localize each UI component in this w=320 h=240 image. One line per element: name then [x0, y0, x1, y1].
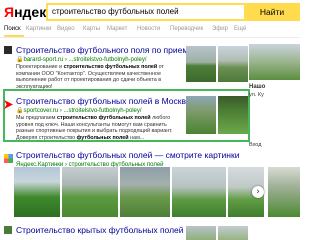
- tab-translator[interactable]: Переводчик: [170, 24, 203, 35]
- side-card-login[interactable]: Вход: [249, 142, 261, 148]
- image-thumbnail[interactable]: [120, 167, 170, 217]
- result-favicon-icon: [4, 226, 12, 234]
- tab-efir[interactable]: Эфир: [212, 24, 228, 35]
- result-thumbnail[interactable]: [218, 226, 248, 240]
- result-thumbnail[interactable]: [218, 96, 248, 134]
- side-card-title[interactable]: Нашо: [249, 84, 265, 90]
- result-path[interactable]: › ...stroitelstvo-futbolnyh-poley/: [65, 57, 147, 63]
- result-favicon-icon: [4, 46, 12, 54]
- result-thumbnail[interactable]: [186, 226, 216, 240]
- result-path[interactable]: › ...stroitelstvo-futbolnyh-poley/: [60, 108, 142, 114]
- next-images-button[interactable]: ›: [252, 186, 264, 198]
- tab-more[interactable]: Ещё: [234, 24, 246, 35]
- result-title-link[interactable]: Строительство футбольных полей — смотрит…: [16, 149, 244, 161]
- tab-news[interactable]: Новости: [137, 24, 160, 35]
- side-card-image[interactable]: [249, 44, 300, 80]
- image-thumbnail[interactable]: [268, 167, 300, 217]
- tab-images[interactable]: Картинки: [26, 24, 51, 35]
- image-thumbnail[interactable]: [62, 167, 118, 217]
- image-strip: [14, 167, 264, 217]
- tab-maps[interactable]: Карты: [83, 24, 100, 35]
- search-input[interactable]: строительство футбольных полей: [52, 5, 242, 19]
- result-domain[interactable]: sportcover.ru: [23, 108, 58, 114]
- result-snippet: Мы предлагаем строительство футбольных п…: [16, 115, 173, 141]
- images-icon: [4, 150, 13, 163]
- tab-market[interactable]: Маркет: [107, 24, 127, 35]
- result-thumbnail[interactable]: [186, 96, 216, 134]
- search-tabs: Поиск Картинки Видео Карты Маркет Новост…: [0, 24, 300, 37]
- search-result-images: Строительство футбольных полей — смотрит…: [4, 149, 244, 169]
- result-thumbnail[interactable]: [186, 46, 216, 82]
- result-domain[interactable]: barard-sport.ru: [23, 57, 63, 63]
- side-card-address: ул. Ку: [249, 92, 264, 98]
- ad-arrow-icon: [4, 96, 13, 109]
- image-thumbnail[interactable]: [172, 167, 226, 217]
- search-button[interactable]: Найти: [244, 3, 300, 21]
- tab-search[interactable]: Поиск: [4, 24, 21, 35]
- yandex-logo[interactable]: Яндекс: [4, 2, 54, 22]
- image-thumbnail[interactable]: [14, 167, 60, 217]
- search-box[interactable]: строительство футбольных полей: [46, 3, 244, 21]
- logo-first-letter: Я: [4, 4, 15, 20]
- result-snippet: Проектирование и строительство футбольны…: [16, 64, 165, 90]
- tab-video[interactable]: Видео: [57, 24, 75, 35]
- tabs-divider: [0, 37, 300, 38]
- result-thumbnail[interactable]: [218, 46, 248, 82]
